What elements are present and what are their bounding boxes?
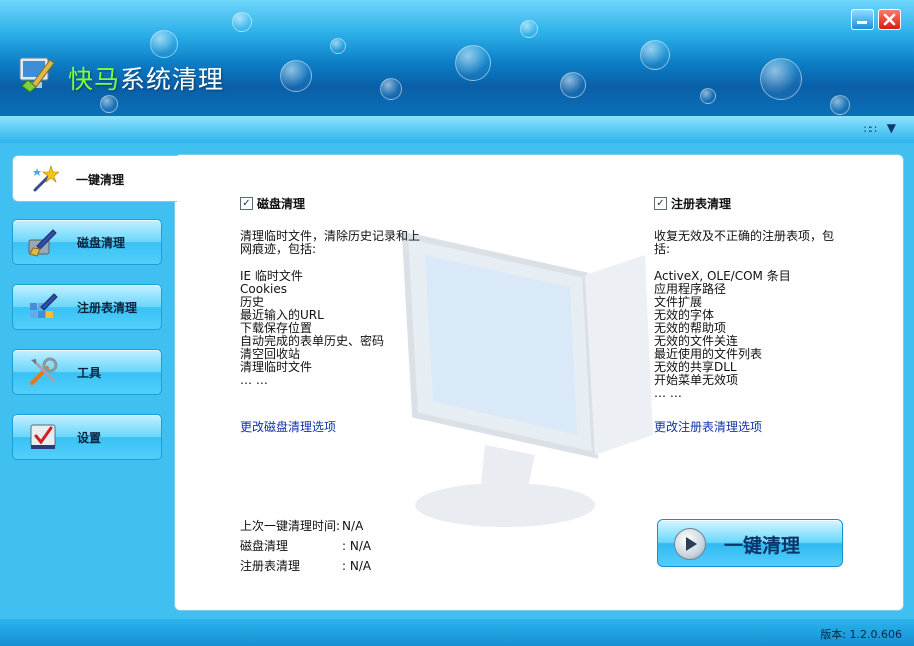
status-bar: 版本: 1.2.0.606 <box>0 619 914 646</box>
disk-clean-checkbox-row: ✓ 磁盘清理 <box>240 195 460 212</box>
registry-broom-icon <box>30 293 58 318</box>
close-button[interactable] <box>878 9 901 30</box>
bubble-decoration <box>330 38 346 54</box>
tab-one-click-clean-label: 一键清理 <box>76 173 125 187</box>
registry-clean-checkbox-row: ✓ 注册表清理 <box>654 195 874 212</box>
minimize-icon <box>857 21 867 24</box>
nav-tools-label: 工具 <box>77 366 102 380</box>
broom-disk-icon <box>28 229 57 257</box>
registry-clean-items: ActiveX, OLE/COM 条目 应用程序路径 文件扩展 无效的字体 无效… <box>654 270 874 400</box>
registry-item: … … <box>654 386 682 400</box>
bubble-decoration <box>455 45 491 81</box>
title-bar: 快马系统清理 <box>0 0 914 116</box>
registry-item: 开始菜单无效项 <box>654 373 739 387</box>
one-click-clean-button-label: 一键清理 <box>724 535 801 557</box>
disk-clean-checkbox[interactable]: ✓ <box>240 197 253 210</box>
bubble-decoration <box>150 30 178 58</box>
bubble-decoration <box>280 60 312 92</box>
stat-row: 上次一键清理时间: N/A <box>240 516 371 536</box>
bubble-decoration <box>100 95 118 113</box>
minimize-button[interactable] <box>851 9 874 30</box>
bubble-decoration <box>520 20 538 38</box>
registry-clean-description: 收复无效及不正确的注册表项，包 括: <box>654 230 874 256</box>
disk-clean-checkbox-label[interactable]: 磁盘清理 <box>257 195 305 212</box>
registry-clean-options-link[interactable]: 更改注册表清理选项 <box>654 418 762 435</box>
bubble-decoration <box>640 40 670 70</box>
disk-clean-items: IE 临时文件 Cookies 历史 最近输入的URL 下载保存位置 自动完成的… <box>240 270 460 387</box>
disk-stat-label: 磁盘清理 <box>240 539 289 553</box>
app-logo-icon <box>19 57 55 93</box>
nav-registry-clean[interactable]: 注册表清理 <box>12 284 162 330</box>
registry-stat-value: : N/A <box>342 559 372 573</box>
nav-settings[interactable]: 设置 <box>12 414 162 460</box>
play-icon <box>674 528 706 560</box>
settings-icon <box>30 424 56 449</box>
clean-stats: 上次一键清理时间: N/A 磁盘清理 : N/A 注册表清理 : N/A <box>240 516 371 576</box>
disk-clean-options-link[interactable]: 更改磁盘清理选项 <box>240 418 336 435</box>
registry-desc-line: 收复无效及不正确的注册表项，包 <box>654 229 835 243</box>
bubble-decoration <box>700 88 716 104</box>
disk-item: 清理临时文件 <box>240 360 313 374</box>
disk-clean-section: ✓ 磁盘清理 清理临时文件，清除历史记录和上 网痕迹，包括: IE 临时文件 C… <box>240 195 460 387</box>
registry-clean-checkbox[interactable]: ✓ <box>654 197 667 210</box>
registry-clean-section: ✓ 注册表清理 收复无效及不正确的注册表项，包 括: ActiveX, OLE/… <box>654 195 874 400</box>
app-title: 快马系统清理 <box>68 60 224 96</box>
stat-row: 注册表清理 : N/A <box>240 556 371 576</box>
magic-wand-icon <box>33 165 59 192</box>
nav-disk-clean[interactable]: 磁盘清理 <box>12 219 162 265</box>
one-click-clean-button[interactable]: 一键清理 <box>657 519 843 567</box>
nav-disk-clean-label: 磁盘清理 <box>77 236 126 250</box>
sub-toolbar <box>0 116 914 143</box>
nav-tools[interactable]: 工具 <box>12 349 162 395</box>
disk-desc-line: 网痕迹，包括: <box>240 242 317 256</box>
bubble-decoration <box>830 95 850 115</box>
last-clean-value: N/A <box>342 519 364 533</box>
menu-grid-icon[interactable]: ∷∷ <box>864 123 877 136</box>
last-clean-label: 上次一键清理时间: <box>240 519 341 533</box>
disk-clean-description: 清理临时文件，清除历史记录和上 网痕迹，包括: <box>240 230 460 256</box>
bubble-decoration <box>380 78 402 100</box>
app-title-rest: 系统清理 <box>120 65 225 94</box>
nav-registry-clean-label: 注册表清理 <box>77 301 138 315</box>
bubble-decoration <box>760 58 802 100</box>
app-title-brand: 快马 <box>68 65 121 94</box>
registry-clean-checkbox-label[interactable]: 注册表清理 <box>671 195 731 212</box>
bubble-decoration <box>560 72 586 98</box>
tab-one-click-clean[interactable]: 一键清理 <box>12 155 177 202</box>
menu-dropdown-icon[interactable]: ▼ <box>887 121 896 135</box>
stat-row: 磁盘清理 : N/A <box>240 536 371 556</box>
version-label: 版本: 1.2.0.606 <box>820 628 902 641</box>
nav-settings-label: 设置 <box>77 431 102 445</box>
disk-item: Cookies <box>240 282 287 296</box>
bubble-decoration <box>232 12 252 32</box>
registry-stat-label: 注册表清理 <box>240 559 301 573</box>
close-icon <box>883 13 896 26</box>
disk-stat-value: : N/A <box>342 539 372 553</box>
tools-icon <box>30 357 58 385</box>
disk-item: … … <box>240 373 268 387</box>
content-panel: ✓ 磁盘清理 清理临时文件，清除历史记录和上 网痕迹，包括: IE 临时文件 C… <box>174 154 904 611</box>
registry-desc-line: 括: <box>654 242 671 256</box>
